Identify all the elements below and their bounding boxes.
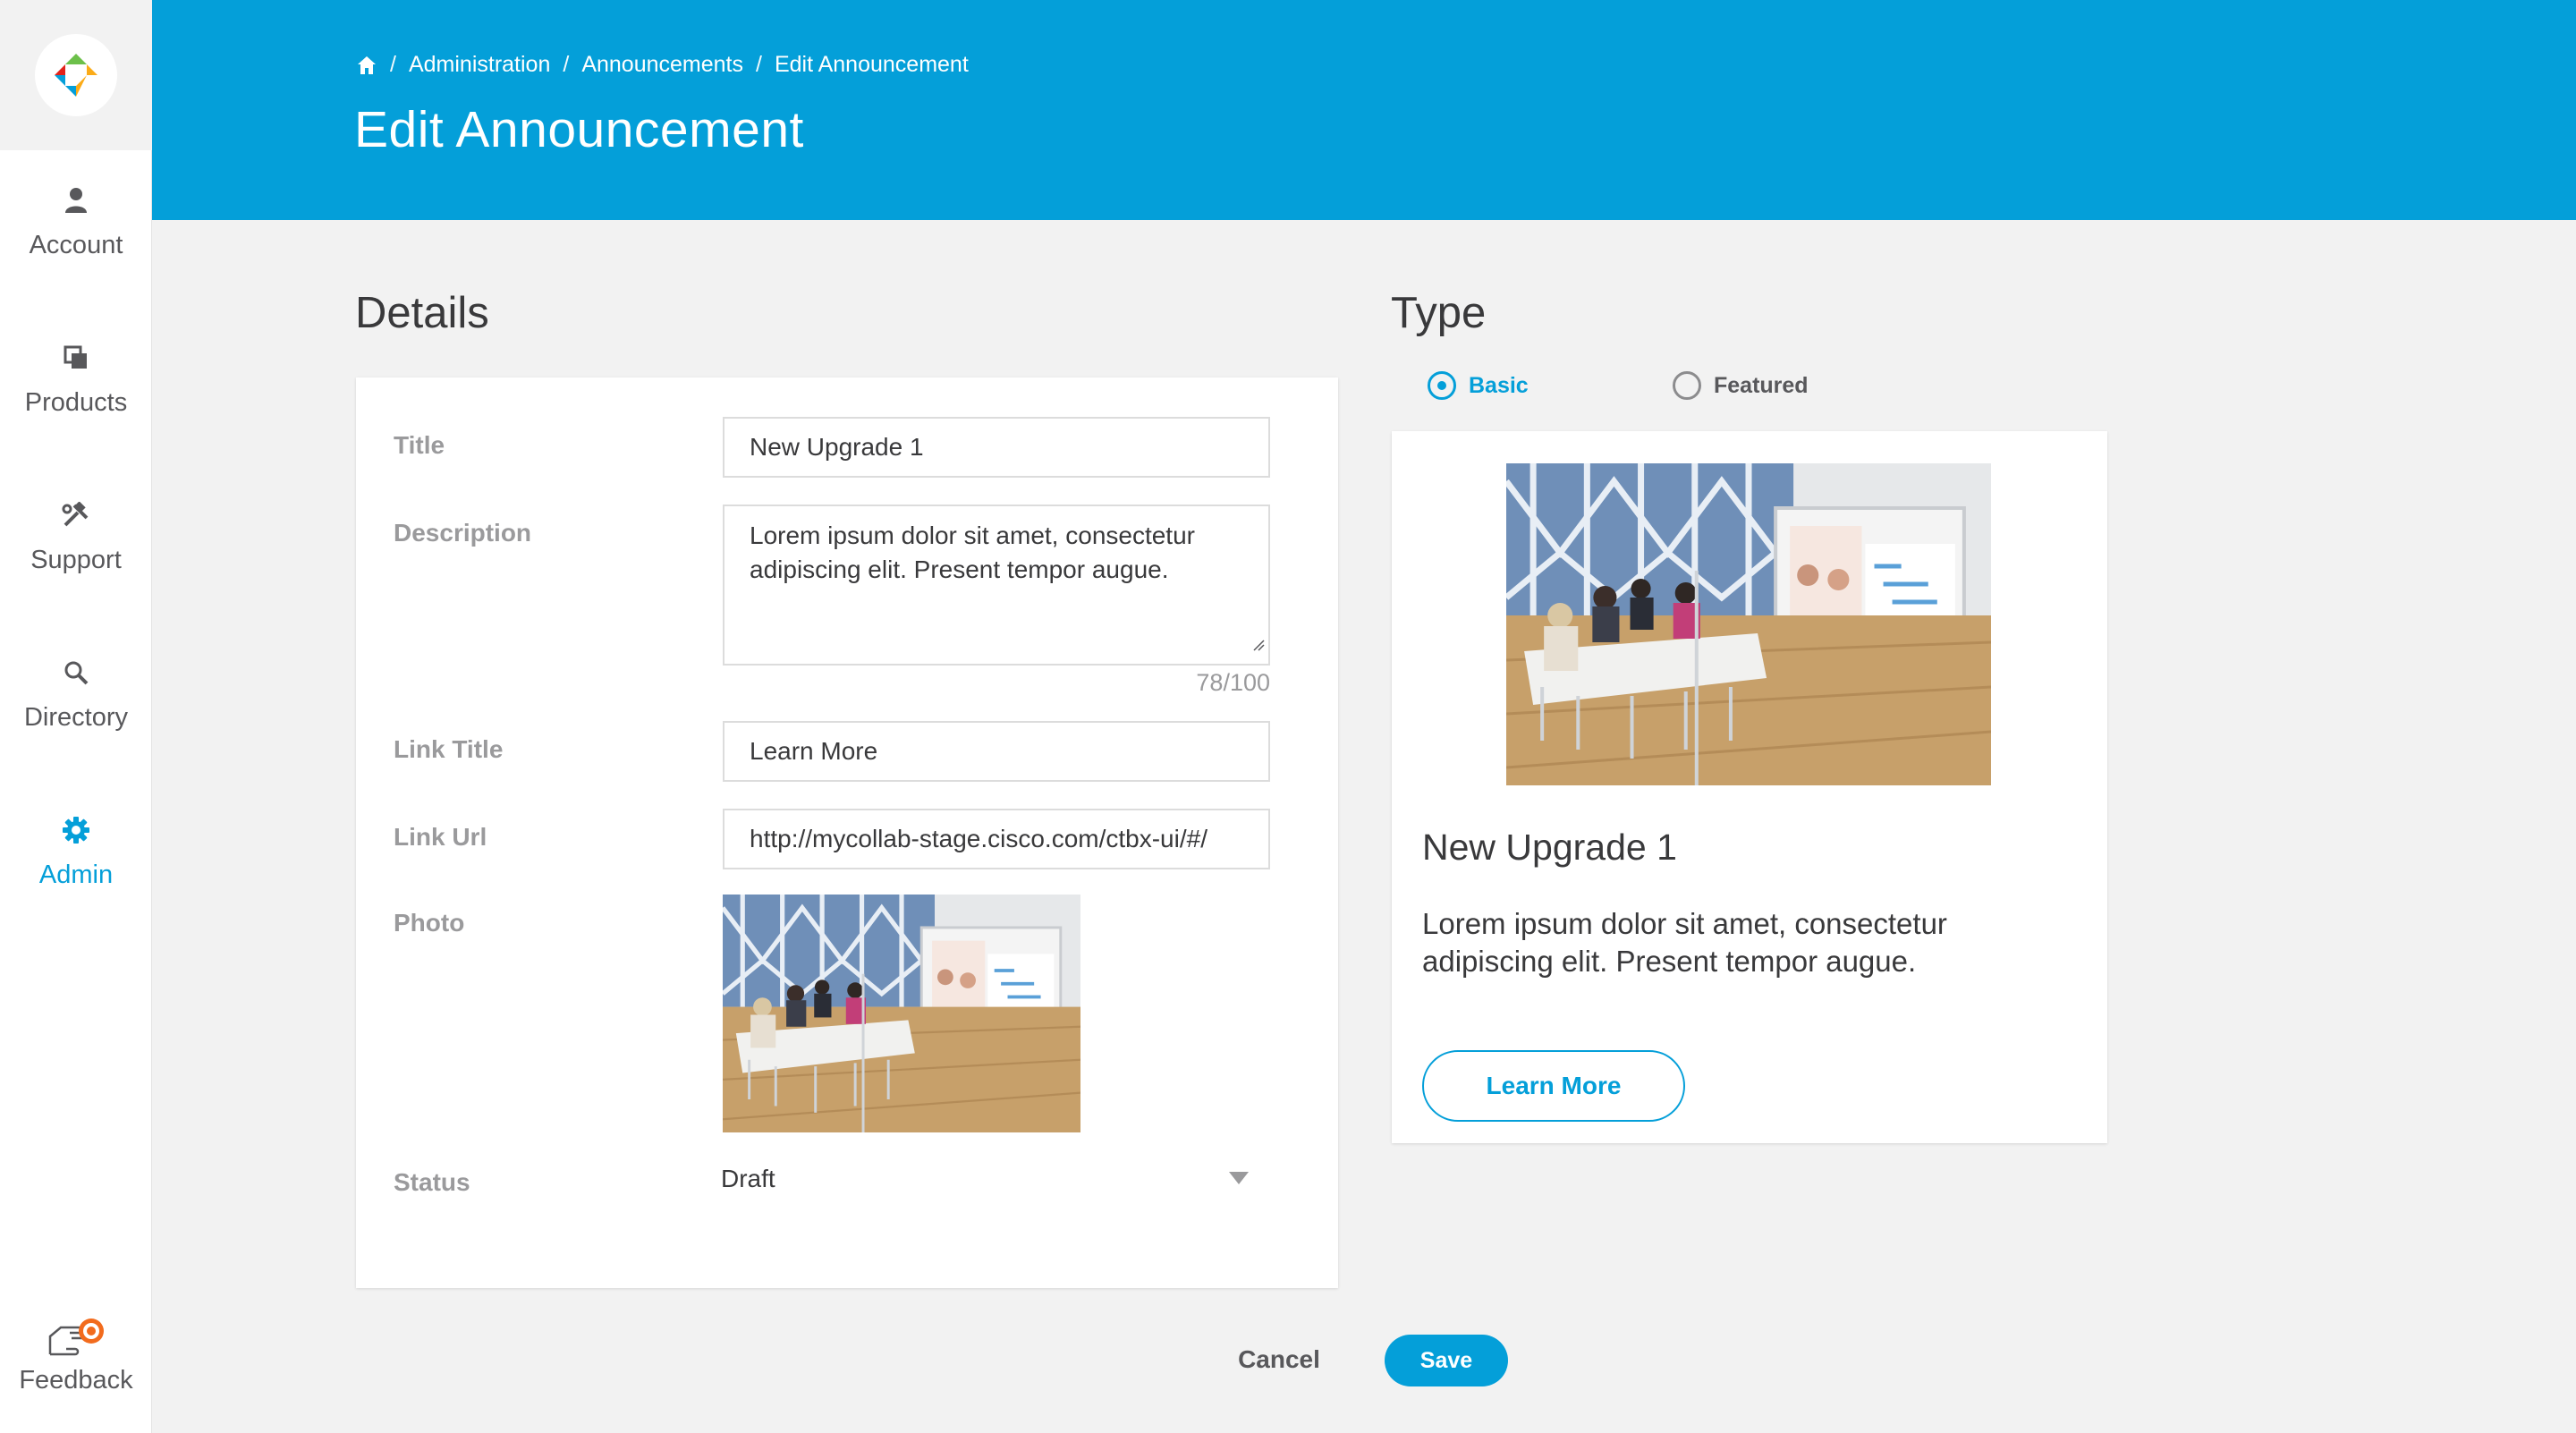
link-url-label: Link Url bbox=[394, 823, 487, 851]
chevron-down-icon bbox=[1229, 1172, 1249, 1184]
photo-thumbnail[interactable] bbox=[723, 895, 1080, 1132]
sidebar-item-directory[interactable]: Directory bbox=[0, 655, 152, 789]
character-counter: 78/100 bbox=[1196, 669, 1270, 696]
sidebar-item-label: Directory bbox=[23, 703, 128, 732]
link-title-input[interactable]: Learn More bbox=[723, 721, 1270, 782]
feedback-hand-icon bbox=[45, 1315, 107, 1362]
cancel-button[interactable]: Cancel bbox=[1216, 1333, 1342, 1386]
breadcrumb: / Administration / Announcements / Edit … bbox=[356, 52, 969, 78]
radio-unselected-icon bbox=[1673, 371, 1701, 400]
status-value: Draft bbox=[721, 1165, 775, 1192]
sidebar-item-products[interactable]: Products bbox=[0, 340, 152, 474]
feedback-button[interactable]: Feedback bbox=[0, 1315, 152, 1422]
home-icon[interactable] bbox=[356, 55, 377, 76]
sidebar-item-support[interactable]: Support bbox=[0, 497, 152, 632]
sidebar-item-label: Support bbox=[30, 546, 122, 574]
resize-grip-icon[interactable] bbox=[1250, 626, 1265, 660]
breadcrumb-current: Edit Announcement bbox=[774, 52, 969, 77]
description-text: Lorem ipsum dolor sit amet, consectetur … bbox=[750, 521, 1195, 583]
breadcrumb-administration[interactable]: Administration bbox=[409, 52, 550, 78]
preview-title: New Upgrade 1 bbox=[1422, 827, 1677, 868]
sidebar-item-admin[interactable]: Admin bbox=[0, 812, 152, 946]
preview-description: Lorem ipsum dolor sit amet, consectetur … bbox=[1422, 907, 1947, 978]
app-logo[interactable] bbox=[35, 34, 117, 116]
description-textarea[interactable]: Lorem ipsum dolor sit amet, consectetur … bbox=[723, 505, 1270, 666]
tools-icon bbox=[62, 497, 90, 533]
announcement-preview-card: New Upgrade 1 Lorem ipsum dolor sit amet… bbox=[1392, 431, 2107, 1143]
feedback-label: Feedback bbox=[19, 1366, 133, 1395]
status-label: Status bbox=[394, 1168, 470, 1196]
radio-featured-label: Featured bbox=[1714, 372, 1809, 398]
radio-basic-label: Basic bbox=[1469, 372, 1529, 398]
radio-featured[interactable]: Featured bbox=[1673, 371, 1809, 400]
preview-photo bbox=[1506, 463, 1991, 785]
sidebar-item-account[interactable]: Account bbox=[0, 182, 152, 317]
breadcrumb-separator: / bbox=[756, 52, 762, 77]
search-icon bbox=[63, 655, 89, 691]
photo-label: Photo bbox=[394, 909, 465, 937]
logo-area bbox=[0, 0, 152, 150]
person-icon bbox=[64, 182, 89, 218]
details-heading: Details bbox=[355, 289, 489, 337]
sidebar-item-label: Account bbox=[29, 231, 123, 259]
sidebar-item-label: Admin bbox=[38, 861, 114, 889]
title-label: Title bbox=[394, 431, 445, 459]
sidebar-item-label: Products bbox=[24, 388, 128, 417]
type-heading: Type bbox=[1391, 289, 1487, 337]
status-select[interactable]: Draft bbox=[721, 1152, 1268, 1206]
page-header: / Administration / Announcements / Edit … bbox=[152, 0, 2576, 220]
save-button[interactable]: Save bbox=[1385, 1335, 1508, 1386]
breadcrumb-announcements[interactable]: Announcements bbox=[581, 52, 743, 78]
breadcrumb-separator: / bbox=[390, 52, 396, 77]
link-title-label: Link Title bbox=[394, 735, 504, 763]
logo-icon bbox=[55, 54, 97, 97]
title-input[interactable]: New Upgrade 1 bbox=[723, 417, 1270, 478]
radio-basic[interactable]: Basic bbox=[1428, 371, 1529, 400]
sidebar: Account Products Support Directory Admin… bbox=[0, 0, 152, 1433]
description-label: Description bbox=[394, 519, 532, 547]
radio-selected-icon bbox=[1428, 371, 1456, 400]
breadcrumb-separator: / bbox=[563, 52, 570, 77]
products-icon bbox=[63, 340, 89, 376]
link-url-input[interactable]: http://mycollab-stage.cisco.com/ctbx-ui/… bbox=[723, 809, 1270, 869]
learn-more-button[interactable]: Learn More bbox=[1422, 1050, 1685, 1122]
details-card: Title New Upgrade 1 Description Lorem ip… bbox=[356, 377, 1338, 1288]
gear-icon bbox=[62, 812, 90, 848]
page-title: Edit Announcement bbox=[354, 101, 804, 158]
